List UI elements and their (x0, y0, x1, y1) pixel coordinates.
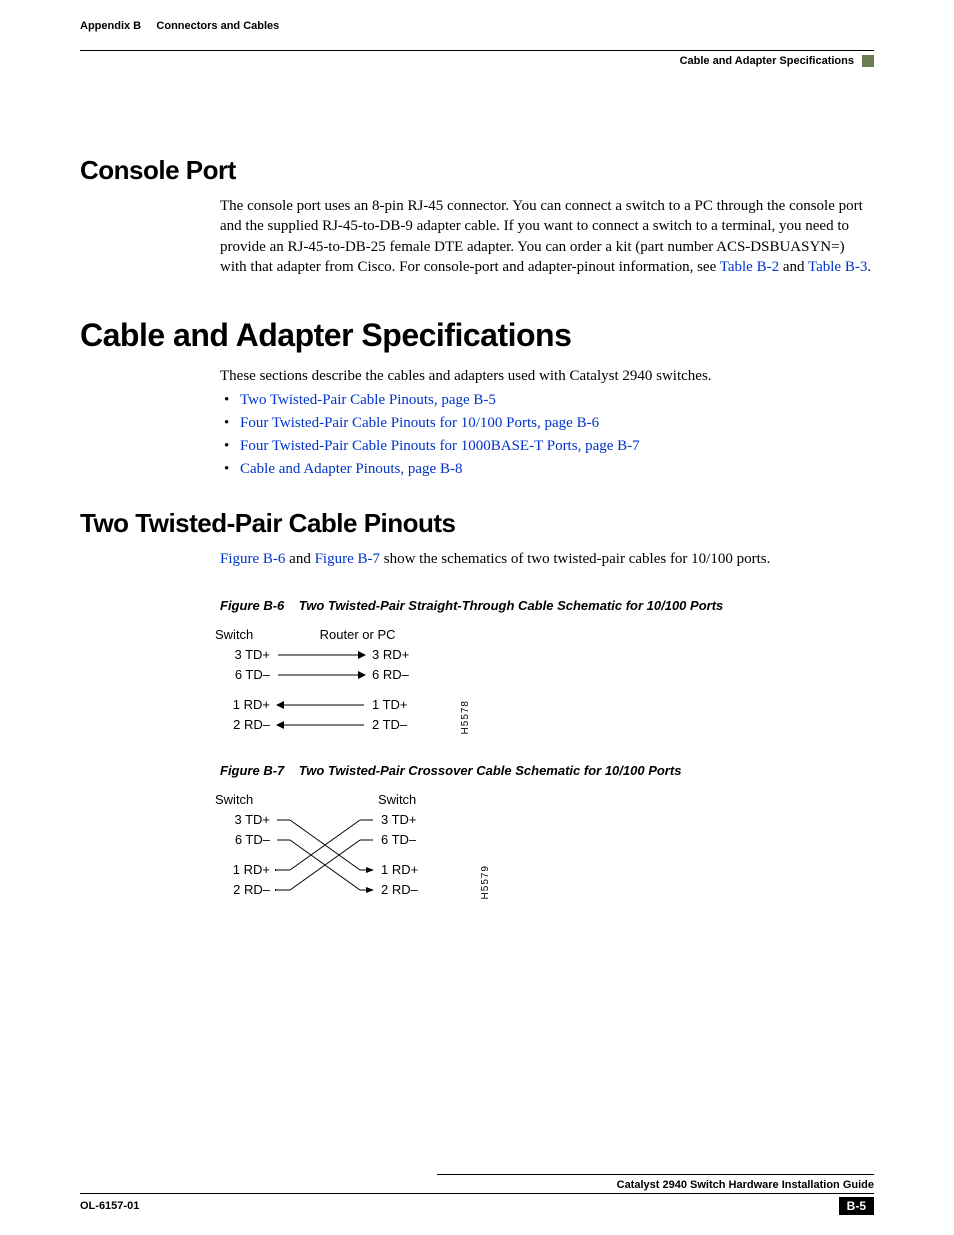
header-left: Appendix B Connectors and Cables (80, 20, 279, 32)
arrow-left-icon (276, 719, 366, 731)
link-figure-b7[interactable]: Figure B-7 (315, 551, 380, 567)
link-two-twisted[interactable]: Two Twisted-Pair Cable Pinouts, page B-5 (240, 392, 496, 408)
b6-pin-l2: 1 RD+ (215, 697, 276, 712)
arrow-left-icon (276, 699, 366, 711)
cable-spec-bullets: Two Twisted-Pair Cable Pinouts, page B-5… (220, 392, 874, 478)
b6-pin-r0: 3 RD+ (366, 647, 427, 662)
bullet-item: Four Twisted-Pair Cable Pinouts for 10/1… (220, 415, 874, 432)
two-twisted-paragraph: Figure B-6 and Figure B-7 show the schem… (220, 549, 874, 569)
b6-header-left: Switch (215, 627, 270, 642)
bullet-item: Four Twisted-Pair Cable Pinouts for 1000… (220, 438, 874, 455)
header-section: Cable and Adapter Specifications (680, 55, 854, 67)
figure-b7-caption: Figure B-7 Two Twisted-Pair Crossover Ca… (220, 763, 874, 778)
heading-two-twisted-pair: Two Twisted-Pair Cable Pinouts (80, 508, 874, 539)
b7-side-label: H5579 (480, 865, 491, 899)
figure-b6-prefix: Figure B-6 (220, 598, 284, 613)
header-appendix: Appendix B (80, 20, 141, 32)
link-table-b3[interactable]: Table B-3 (808, 259, 867, 275)
footer-page-badge: B-5 (839, 1197, 874, 1215)
b7-header-left: Switch (215, 792, 276, 807)
b7-header-right: Switch (366, 792, 458, 807)
link-figure-b6[interactable]: Figure B-6 (220, 551, 285, 567)
console-port-paragraph: The console port uses an 8-pin RJ-45 con… (220, 196, 874, 277)
text-and-2: and (285, 551, 314, 567)
cable-spec-intro: These sections describe the cables and a… (220, 366, 874, 386)
text-and-1: and (779, 259, 808, 275)
footer-doc-id: OL-6157-01 (80, 1200, 139, 1212)
header-accent-icon (862, 55, 874, 67)
arrow-right-icon (276, 649, 366, 661)
arrow-right-icon (276, 669, 366, 681)
b7-pin-l3: 2 RD– (215, 882, 276, 897)
b6-header-right: Router or PC (270, 627, 455, 642)
b7-pin-l0: 3 TD+ (215, 812, 276, 827)
footer-partial-rule (437, 1174, 874, 1175)
figure-b6-text: Two Twisted-Pair Straight-Through Cable … (299, 598, 724, 613)
two-twisted-post: show the schematics of two twisted-pair … (380, 551, 770, 567)
b6-pin-r2: 1 TD+ (366, 697, 427, 712)
figure-b7-text: Two Twisted-Pair Crossover Cable Schemat… (299, 763, 682, 778)
b7-pin-r2: 1 RD+ (375, 862, 436, 877)
footer-rule (80, 1193, 874, 1194)
b7-pin-r3: 2 RD– (375, 882, 436, 897)
bullet-item: Cable and Adapter Pinouts, page B-8 (220, 461, 874, 478)
link-four-twisted-10-100[interactable]: Four Twisted-Pair Cable Pinouts for 10/1… (240, 415, 599, 431)
link-table-b2[interactable]: Table B-2 (720, 259, 779, 275)
b6-pin-l0: 3 TD+ (215, 647, 276, 662)
crossover-lines-icon (275, 810, 375, 902)
b6-pin-l1: 6 TD– (215, 667, 276, 682)
header-chapter: Connectors and Cables (156, 20, 279, 32)
b7-pin-r1: 6 TD– (375, 832, 436, 847)
footer-title: Catalyst 2940 Switch Hardware Installati… (80, 1179, 874, 1191)
figure-b7-prefix: Figure B-7 (220, 763, 284, 778)
figure-b6-schematic: Switch Router or PC 3 TD+ 3 RD+ 6 TD– 6 … (215, 625, 455, 735)
b6-pin-r3: 2 TD– (366, 717, 427, 732)
b6-pin-l3: 2 RD– (215, 717, 276, 732)
link-cable-adapter-pinouts[interactable]: Cable and Adapter Pinouts, page B-8 (240, 461, 462, 477)
link-four-twisted-1000base[interactable]: Four Twisted-Pair Cable Pinouts for 1000… (240, 438, 640, 454)
figure-b7-schematic: Switch Switch 3 TD+ 6 TD– 1 RD+ 2 RD– 3 … (215, 790, 475, 902)
b7-pin-l1: 6 TD– (215, 832, 276, 847)
header-rule (80, 50, 874, 51)
page-footer: Catalyst 2940 Switch Hardware Installati… (80, 1174, 874, 1215)
heading-cable-adapter-spec: Cable and Adapter Specifications (80, 317, 874, 354)
page-header: Appendix B Connectors and Cables Cable a… (80, 20, 874, 95)
b7-pin-l2: 1 RD+ (215, 862, 276, 877)
b6-side-label: H5578 (460, 700, 471, 734)
figure-b6-caption: Figure B-6 Two Twisted-Pair Straight-Thr… (220, 598, 874, 613)
heading-console-port: Console Port (80, 155, 874, 186)
b6-pin-r1: 6 RD– (366, 667, 427, 682)
b7-pin-r0: 3 TD+ (375, 812, 436, 827)
text-period-1: . (867, 259, 871, 275)
bullet-item: Two Twisted-Pair Cable Pinouts, page B-5 (220, 392, 874, 409)
